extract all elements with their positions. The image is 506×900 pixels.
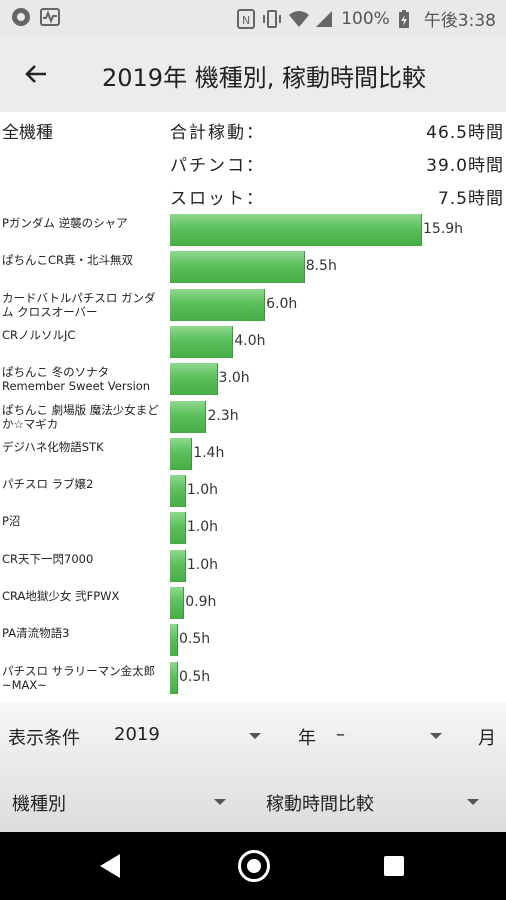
app-bar: 2019年 機種別, 稼動時間比較 — [0, 36, 506, 112]
page-title: 2019年 機種別, 稼動時間比較 — [102, 64, 426, 92]
machine-name: ぱちんこCR真・北斗無双 — [2, 253, 134, 268]
bar-value-label: 1.0h — [186, 519, 218, 536]
month-select-value[interactable]: – — [336, 724, 345, 745]
chart-row: ぱちんこ 劇場版 魔法少女まどか☆マギカ 2.3h — [0, 399, 506, 435]
nav-back-icon[interactable] — [100, 854, 120, 878]
system-nav-bar — [0, 832, 506, 900]
chart-row: カードバトルパチスロ ガンダム クロスオーバー 6.0h — [0, 287, 506, 323]
chart-bar — [170, 512, 186, 545]
summary-value: 7.5時間 — [437, 189, 504, 209]
machine-name: ぱちんこ 劇場版 魔法少女まどか☆マギカ — [2, 402, 159, 431]
machine-name: Pガンダム 逆襲のシャア — [2, 216, 128, 230]
vibrate-icon — [263, 9, 282, 29]
signal-icon — [315, 9, 333, 29]
chart-bar — [170, 661, 178, 694]
chart-row: CRA地獄少女 弐FPWX 0.9h — [0, 585, 506, 621]
status-bar: N 100% 午後3:38 — [0, 0, 506, 36]
bar-value-label: 15.9h — [423, 221, 464, 237]
report-content[interactable]: 全機種 合計稼動： 46.5時間 パチンコ： 39.0時間 スロット： 7.5時… — [0, 112, 506, 702]
month-dropdown-icon[interactable] — [430, 733, 442, 739]
category-select[interactable]: 機種別 — [12, 790, 66, 816]
bar-value-label: 2.3h — [207, 407, 239, 424]
chart-bar — [170, 587, 185, 619]
chart-bar — [170, 400, 207, 433]
bar-value-label: 6.0h — [266, 295, 298, 312]
chart-row: パチスロ ラブ嬢2 1.0h — [0, 473, 506, 509]
chart-row: P沼 1.0h — [0, 510, 506, 546]
activity-icon — [40, 8, 60, 26]
bar-value-label: 1.0h — [186, 482, 218, 499]
clock: 午後3:38 — [423, 11, 496, 31]
svg-text:N: N — [242, 14, 250, 27]
chart-bar — [170, 251, 305, 284]
battery-charging-icon — [398, 9, 416, 29]
category-dropdown-icon[interactable] — [214, 799, 226, 805]
chart-row: デジハネ化物語STK 1.4h — [0, 436, 506, 472]
record-icon — [12, 8, 30, 26]
chart-row: PA清流物語3 0.5h — [0, 622, 506, 658]
nav-recents-icon[interactable] — [384, 856, 404, 876]
bar-value-label: 4.0h — [234, 332, 266, 349]
bar-value-label: 1.0h — [186, 556, 218, 573]
status-system-icons: N 100% 午後3:38 — [237, 6, 496, 31]
summary-value: 46.5時間 — [426, 123, 504, 143]
nfc-icon: N — [237, 8, 256, 29]
machine-name: P沼 — [2, 514, 21, 529]
wifi-icon — [289, 9, 310, 29]
chart-bar — [170, 624, 178, 657]
summary-label: 合計稼動： — [170, 123, 265, 143]
machine-name: パチスロ ラブ嬢2 — [2, 477, 94, 492]
bar-value-label: 0.9h — [185, 594, 217, 610]
machine-name: デジハネ化物語STK — [2, 439, 104, 454]
chart-row: CRノルソルJC 4.0h — [0, 324, 506, 360]
machine-name: PA清流物語3 — [2, 626, 70, 641]
year-select-value[interactable]: 2019 — [114, 724, 160, 745]
metric-select[interactable]: 稼動時間比較 — [266, 790, 374, 816]
machine-name: CRノルソルJC — [2, 327, 76, 342]
chart-row: Pガンダム 逆襲のシャア 15.9h — [0, 212, 506, 248]
chart-row: ぱちんこCR真・北斗無双 8.5h — [0, 249, 506, 285]
summary-label: スロット： — [170, 189, 265, 209]
battery-percent: 100% — [341, 8, 390, 29]
bar-value-label: 1.4h — [193, 444, 225, 461]
bar-value-label: 0.5h — [179, 668, 211, 685]
chart-bar — [170, 325, 234, 358]
month-unit-label: 月 — [478, 728, 496, 749]
machine-name: ぱちんこ 冬のソナタ Remember Sweet Version — [2, 365, 151, 394]
filter-panel: 表示条件 2019 年 – 月 機種別 稼動時間比較 — [0, 702, 506, 832]
nav-home-inner — [247, 859, 261, 873]
metric-dropdown-icon[interactable] — [467, 799, 479, 805]
machine-name: CRA地獄少女 弐FPWX — [2, 589, 120, 603]
chart-row: ぱちんこ 冬のソナタ Remember Sweet Version 3.0h — [0, 361, 506, 397]
machine-name: CR天下一閃7000 — [2, 551, 94, 566]
bar-value-label: 0.5h — [179, 631, 211, 648]
summary-value: 39.0時間 — [426, 156, 504, 176]
summary-label: パチンコ： — [170, 156, 265, 176]
chart-bar — [170, 437, 193, 470]
bar-value-label: 3.0h — [218, 370, 250, 387]
machine-name: カードバトルパチスロ ガンダム クロスオーバー — [2, 290, 156, 319]
chart-bar — [170, 288, 266, 321]
chart-bar — [170, 475, 186, 508]
year-unit-label: 年 — [298, 728, 316, 749]
chart-bar — [170, 214, 422, 246]
chart-row: パチスロ サラリーマン金太郎 ~MAX~ 0.5h — [0, 660, 506, 696]
nav-home-icon[interactable] — [238, 850, 270, 882]
filter-label: 表示条件 — [8, 728, 80, 749]
year-dropdown-icon[interactable] — [249, 733, 261, 739]
all-machines-label: 全機種 — [2, 123, 53, 143]
machine-name: パチスロ サラリーマン金太郎 ~MAX~ — [2, 663, 156, 692]
status-notification-icons — [12, 8, 60, 26]
chart-bar — [170, 549, 186, 582]
chart-bar — [170, 363, 218, 396]
chart-row: CR天下一閃7000 1.0h — [0, 548, 506, 584]
bar-value-label: 8.5h — [305, 258, 337, 275]
arrow-back-icon[interactable] — [22, 56, 58, 92]
